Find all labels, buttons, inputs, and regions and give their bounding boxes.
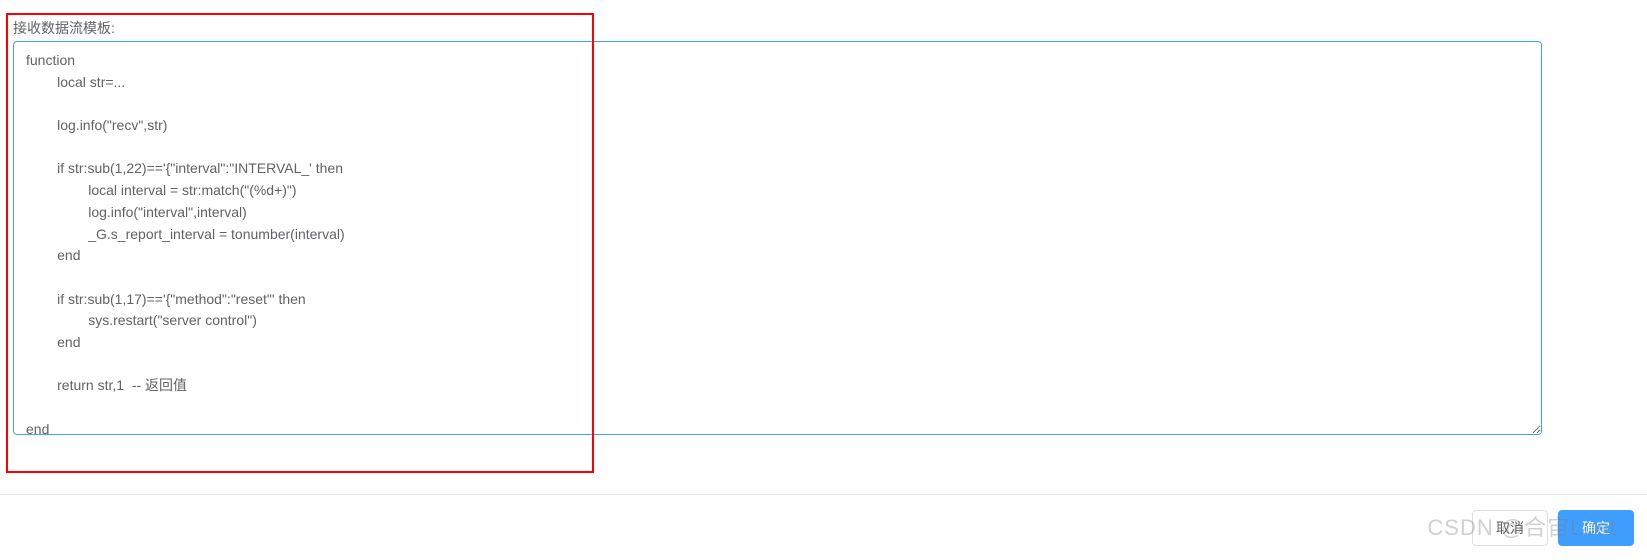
confirm-button[interactable]: 确定 (1558, 510, 1634, 546)
dialog-footer: 取消 确定 (0, 494, 1647, 560)
cancel-button[interactable]: 取消 (1472, 510, 1548, 546)
receive-template-textarea[interactable] (13, 41, 1542, 435)
receive-template-label: 接收数据流模板: (13, 18, 115, 38)
